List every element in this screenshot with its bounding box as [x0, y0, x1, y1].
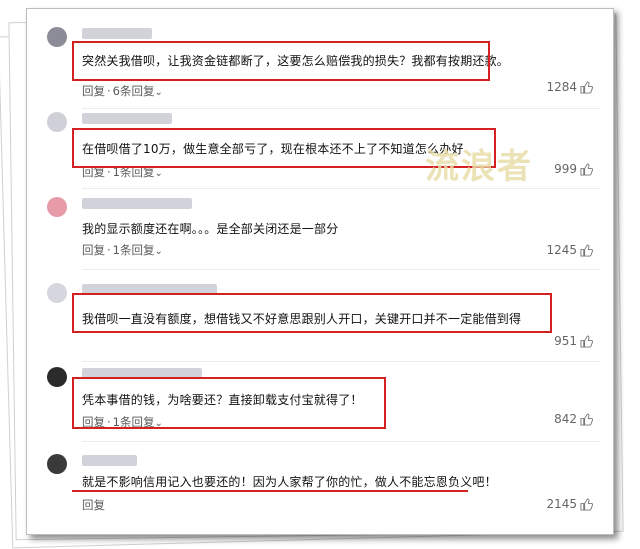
like-count: 2145 — [546, 497, 577, 511]
view-replies-link[interactable]: 1条回复 — [113, 243, 155, 257]
highlight-underline — [72, 490, 468, 492]
like-button[interactable]: 999 — [554, 162, 593, 176]
watermark: 流浪者 — [425, 147, 533, 187]
reply-button[interactable]: 回复 — [82, 84, 105, 98]
thumbs-up-icon — [580, 162, 593, 176]
like-button[interactable]: 1245 — [546, 243, 593, 257]
chevron-down-icon: ⌄ — [154, 168, 163, 179]
reply-button[interactable]: 回复 — [82, 243, 105, 257]
like-count: 951 — [554, 334, 577, 348]
like-button[interactable]: 842 — [554, 412, 593, 426]
like-count: 1245 — [546, 243, 577, 257]
comment-meta: 回复 · 1条回复⌄ — [82, 243, 163, 257]
avatar[interactable] — [47, 367, 67, 387]
comment-text: 我的显示额度还在啊。。。是全部关闭还是一部分 — [82, 222, 339, 236]
like-count: 999 — [554, 162, 577, 176]
thumbs-up-icon — [580, 497, 593, 511]
avatar[interactable] — [47, 27, 67, 47]
comment-meta: 回复 · 6条回复⌄ — [82, 84, 163, 98]
like-button[interactable]: 951 — [554, 334, 593, 348]
avatar[interactable] — [47, 454, 67, 474]
highlight-box — [72, 41, 490, 81]
thumbs-up-icon — [580, 334, 593, 348]
username-blurred[interactable] — [82, 28, 152, 39]
like-count: 1284 — [546, 80, 577, 94]
thumbs-up-icon — [580, 412, 593, 426]
view-replies-link[interactable]: 6条回复 — [113, 84, 155, 98]
thumbs-up-icon — [580, 243, 593, 257]
like-count: 842 — [554, 412, 577, 426]
avatar[interactable] — [47, 283, 67, 303]
avatar[interactable] — [47, 197, 67, 217]
like-button[interactable]: 2145 — [546, 497, 593, 511]
reply-button[interactable]: 回复 — [82, 498, 105, 512]
username-blurred[interactable] — [82, 113, 172, 124]
username-blurred[interactable] — [82, 455, 137, 466]
highlight-box — [72, 377, 386, 429]
comment-meta: 回复 — [82, 497, 105, 513]
username-blurred[interactable] — [82, 198, 192, 209]
avatar[interactable] — [47, 112, 67, 132]
thumbs-up-icon — [580, 80, 593, 94]
like-button[interactable]: 1284 — [546, 80, 593, 94]
chevron-down-icon: ⌄ — [154, 87, 163, 98]
highlight-box — [72, 293, 552, 333]
comment-text: 就是不影响信用记入也要还的！因为人家帮了你的忙，做人不能忘恩负义吧！ — [82, 475, 497, 489]
chevron-down-icon: ⌄ — [154, 246, 163, 257]
comment-list: 突然关我借呗，让我资金链都断了，这要怎么赔偿我的损失？我都有按期还款。 回复 · 6… — [26, 8, 614, 535]
